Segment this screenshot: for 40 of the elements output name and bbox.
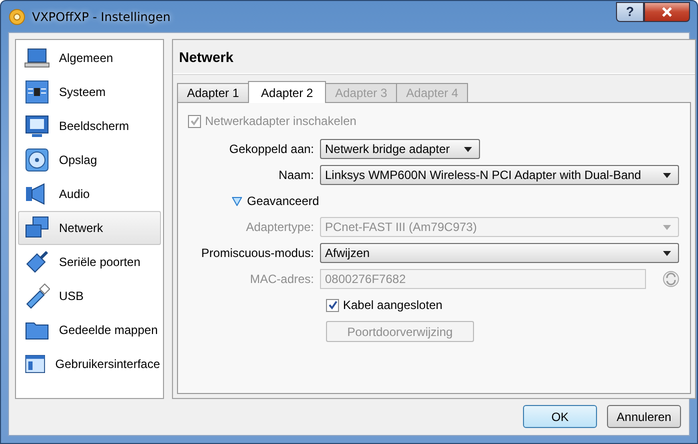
advanced-toggle[interactable]: Geavanceerd — [232, 194, 320, 208]
check-icon — [190, 116, 200, 126]
check-icon — [328, 300, 338, 310]
field-label: Promiscuous-modus: — [200, 246, 314, 260]
sidebar-item[interactable]: Netwerk — [18, 211, 161, 245]
caret-icon — [464, 146, 472, 152]
sidebar-item[interactable]: Beeldscherm — [18, 109, 161, 143]
checkbox[interactable]: Kabel aangesloten — [326, 298, 442, 312]
close-icon — [661, 6, 673, 16]
dropdown[interactable]: Linksys WMP600N Wireless-N PCI Adapter with Dual-Band — [320, 165, 679, 185]
sidebar-item[interactable]: Audio — [18, 177, 161, 211]
chip-icon — [24, 79, 50, 105]
dialog-button[interactable]: OK — [523, 405, 597, 428]
help-button[interactable]: ? — [616, 2, 644, 22]
field-label: MAC-adres: — [248, 272, 314, 286]
sidebar-item[interactable]: Gedeelde mappen — [18, 313, 161, 347]
monitor-icon — [24, 113, 50, 139]
dialog-button[interactable]: Annuleren — [607, 405, 681, 428]
caret-icon — [663, 224, 671, 230]
sidebar-item[interactable]: Algemeen — [18, 41, 161, 75]
sidebar-item[interactable]: Gebruikersinterface — [18, 347, 161, 381]
tab[interactable]: Adapter 1 — [177, 83, 250, 102]
caret-icon — [663, 172, 671, 178]
section-header: Netwerk — [173, 40, 695, 74]
sidebar-item[interactable]: Seriële poorten — [18, 245, 161, 279]
field-label: Adaptertype: — [244, 220, 314, 234]
triangle-icon — [232, 196, 242, 206]
window-title: VXPOffXP - Instellingen — [32, 10, 170, 24]
field-label: Naam: — [278, 168, 314, 182]
sidebar-item[interactable]: Opslag — [18, 143, 161, 177]
caret-icon — [663, 250, 671, 256]
dropdown[interactable]: Afwijzen — [320, 243, 679, 263]
dropdown[interactable]: Netwerk bridge adapter — [320, 139, 480, 159]
tab[interactable]: Adapter 2 — [248, 81, 326, 103]
sidebar-item[interactable]: Systeem — [18, 75, 161, 109]
sidebar-item[interactable]: USB — [18, 279, 161, 313]
close-button[interactable] — [644, 2, 690, 22]
usb-icon — [24, 283, 50, 309]
refresh-icon[interactable] — [662, 270, 680, 288]
field-label: Gekoppeld aan: — [228, 142, 314, 156]
